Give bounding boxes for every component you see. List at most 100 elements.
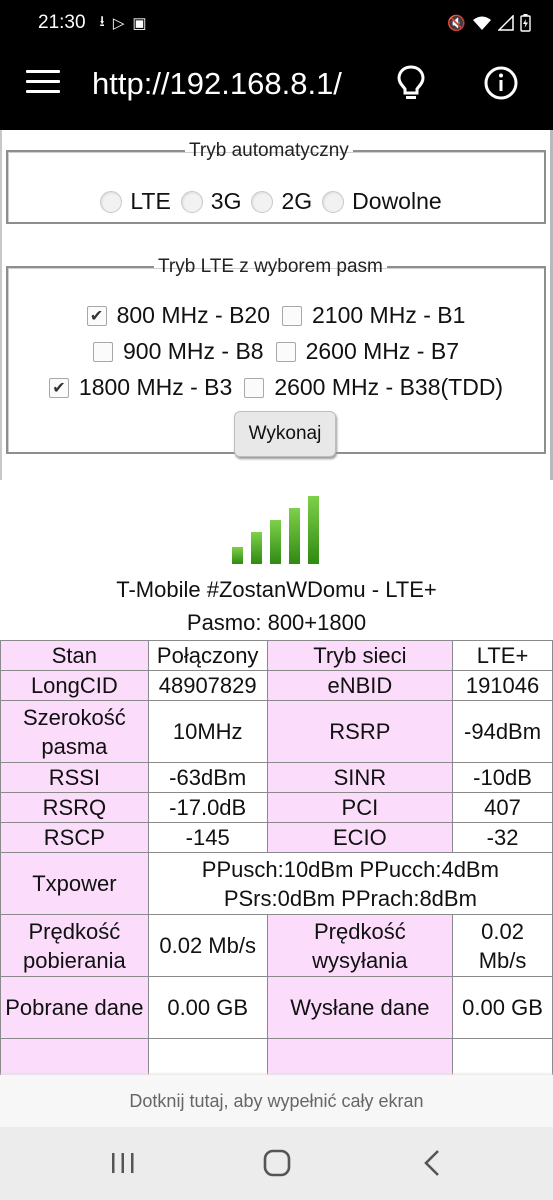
back-icon[interactable]	[422, 1149, 442, 1177]
table-cell-value	[452, 1038, 553, 1075]
table-row: Prędkość pobierania 0.02 Mb/s Prędkość w…	[0, 914, 553, 977]
table-cell-label: eNBID	[266, 670, 454, 701]
band-label: 1800 MHz - B3	[78, 374, 233, 400]
app-bar: http://192.168.8.1/	[0, 46, 553, 130]
table-row: LongCID 48907829 eNBID 191046	[0, 670, 553, 701]
band-mode-legend: Tryb LTE z wyborem pasm	[158, 256, 383, 277]
checkbox[interactable]	[275, 341, 296, 362]
status-table: Stan Połączony Tryb sieci LTE+ LongCID 4…	[0, 640, 553, 1075]
lightbulb-icon[interactable]	[396, 64, 426, 104]
page-content: Tryb automatyczny LTE 3G 2G Dowolne Tryb…	[0, 130, 553, 1075]
table-cell-value: 0.02 Mb/s	[147, 914, 268, 977]
table-cell-label: LongCID	[0, 670, 149, 701]
table-cell-value: 407	[452, 792, 553, 823]
table-row: Pobrane dane 0.00 GB Wysłane dane 0.00 G…	[0, 976, 553, 1039]
table-cell-label: Tryb sieci	[266, 640, 454, 671]
band-b7[interactable]: 2600 MHz - B7	[275, 338, 459, 365]
table-cell-label: Wysłane dane	[266, 976, 454, 1039]
table-cell-label: RSRQ	[0, 792, 149, 823]
table-cell-label: Pobrane dane	[0, 976, 149, 1039]
radio-button[interactable]	[322, 190, 345, 213]
radio-label: 2G	[281, 188, 313, 214]
table-cell-value: -94dBm	[452, 700, 553, 763]
table-cell-label: Prędkość pobierania	[0, 914, 149, 977]
page-url[interactable]: http://192.168.8.1/	[92, 66, 342, 102]
table-cell-value: 10MHz	[147, 700, 268, 763]
table-cell-label: Prędkość wysyłania	[266, 914, 454, 977]
table-cell-value: -17.0dB	[147, 792, 268, 823]
radio-2g[interactable]: 2G	[251, 188, 312, 215]
table-cell-value: PPusch:10dBm PPucch:4dBm PSrs:0dBm PPrac…	[147, 852, 553, 915]
auto-mode-options: LTE 3G 2G Dowolne	[8, 188, 544, 215]
home-icon[interactable]	[263, 1149, 291, 1177]
recents-icon[interactable]	[110, 1152, 136, 1174]
table-cell-value: Połączony	[147, 640, 268, 671]
signal-icon	[498, 15, 514, 31]
band-label: 2600 MHz - B38(TDD)	[274, 374, 504, 400]
table-cell-value: 0.00 GB	[147, 976, 268, 1039]
table-cell-label	[266, 1038, 454, 1075]
band-label: 900 MHz - B8	[122, 338, 264, 364]
radio-button[interactable]	[180, 190, 203, 213]
checkbox-checked[interactable]: ✔	[86, 305, 107, 326]
radio-button[interactable]	[251, 190, 274, 213]
left-edge	[0, 130, 2, 480]
table-cell-label: Txpower	[0, 852, 149, 915]
table-row: RSRQ -17.0dB PCI 407	[0, 792, 553, 823]
table-cell-value: -32	[452, 822, 553, 853]
table-row: Txpower PPusch:10dBm PPucch:4dBm PSrs:0d…	[0, 852, 553, 915]
play-store-icon: ▷	[112, 15, 125, 32]
execute-button[interactable]: Wykonaj	[234, 411, 336, 457]
band-b1[interactable]: 2100 MHz - B1	[282, 302, 465, 329]
auto-mode-legend: Tryb automatyczny	[189, 140, 349, 161]
band-b3[interactable]: ✔ 1800 MHz - B3	[48, 374, 233, 401]
radio-3g[interactable]: 3G	[180, 188, 241, 215]
checkbox[interactable]	[282, 305, 302, 326]
table-row: RSCP -145 ECIO -32	[0, 822, 553, 853]
table-cell-value: -63dBm	[147, 762, 268, 793]
radio-label: Dowolne	[352, 188, 442, 214]
band-b38[interactable]: 2600 MHz - B38(TDD)	[244, 374, 503, 401]
band-row-2: 900 MHz - B8 2600 MHz - B7	[8, 338, 544, 365]
band-b8[interactable]: 900 MHz - B8	[92, 338, 264, 365]
band-mode-group: Tryb LTE z wyborem pasm ✔ 800 MHz - B20 2…	[6, 256, 546, 457]
table-cell-value: -145	[147, 822, 268, 853]
band-label: 2600 MHz - B7	[305, 338, 459, 364]
network-name: T-Mobile #ZostanWDomu - LTE+	[116, 577, 437, 602]
table-cell-label: Szerokość pasma	[0, 700, 149, 763]
checkbox[interactable]	[244, 377, 265, 398]
band-info: Pasmo: 800+1800	[186, 610, 367, 635]
status-bar: 21:30 ⭳ ▷ ▣ 🔇	[0, 0, 553, 46]
fullscreen-hint[interactable]: Dotknij tutaj, aby wypełnić cały ekran	[0, 1075, 553, 1127]
table-cell-label: ECIO	[266, 822, 454, 853]
radio-lte[interactable]: LTE	[100, 188, 171, 215]
table-cell-value	[147, 1038, 268, 1075]
checkbox-checked[interactable]: ✔	[48, 377, 69, 398]
band-row-3: ✔ 1800 MHz - B3 2600 MHz - B38(TDD)	[8, 374, 544, 401]
table-row: RSSI -63dBm SINR -10dB	[0, 762, 553, 793]
band-row-1: ✔ 800 MHz - B20 2100 MHz - B1	[8, 302, 544, 329]
table-row: Stan Połączony Tryb sieci LTE+	[0, 640, 553, 671]
wifi-icon	[473, 16, 491, 30]
image-icon: ▣	[132, 15, 147, 32]
radio-button[interactable]	[100, 190, 123, 213]
table-cell-label: PCI	[266, 792, 454, 823]
table-cell-label: SINR	[266, 762, 454, 793]
checkbox[interactable]	[92, 341, 113, 362]
auto-mode-group: Tryb automatyczny LTE 3G 2G Dowolne	[6, 140, 546, 224]
table-row	[0, 1038, 553, 1075]
table-cell-value: 0.00 GB	[452, 976, 553, 1039]
radio-label: LTE	[130, 188, 171, 214]
table-cell-label: RSRP	[266, 700, 454, 763]
signal-strength-icon	[232, 494, 324, 564]
table-cell-value: LTE+	[452, 640, 553, 671]
band-b20[interactable]: ✔ 800 MHz - B20	[86, 302, 270, 329]
table-cell-value: -10dB	[452, 762, 553, 793]
menu-icon[interactable]	[26, 70, 60, 96]
table-cell-value: 191046	[452, 670, 553, 701]
info-icon[interactable]	[484, 66, 518, 100]
band-label: 2100 MHz - B1	[312, 302, 466, 328]
table-cell-value: 0.02 Mb/s	[452, 914, 553, 977]
radio-any[interactable]: Dowolne	[322, 188, 442, 215]
table-row: Szerokość pasma 10MHz RSRP -94dBm	[0, 700, 553, 763]
